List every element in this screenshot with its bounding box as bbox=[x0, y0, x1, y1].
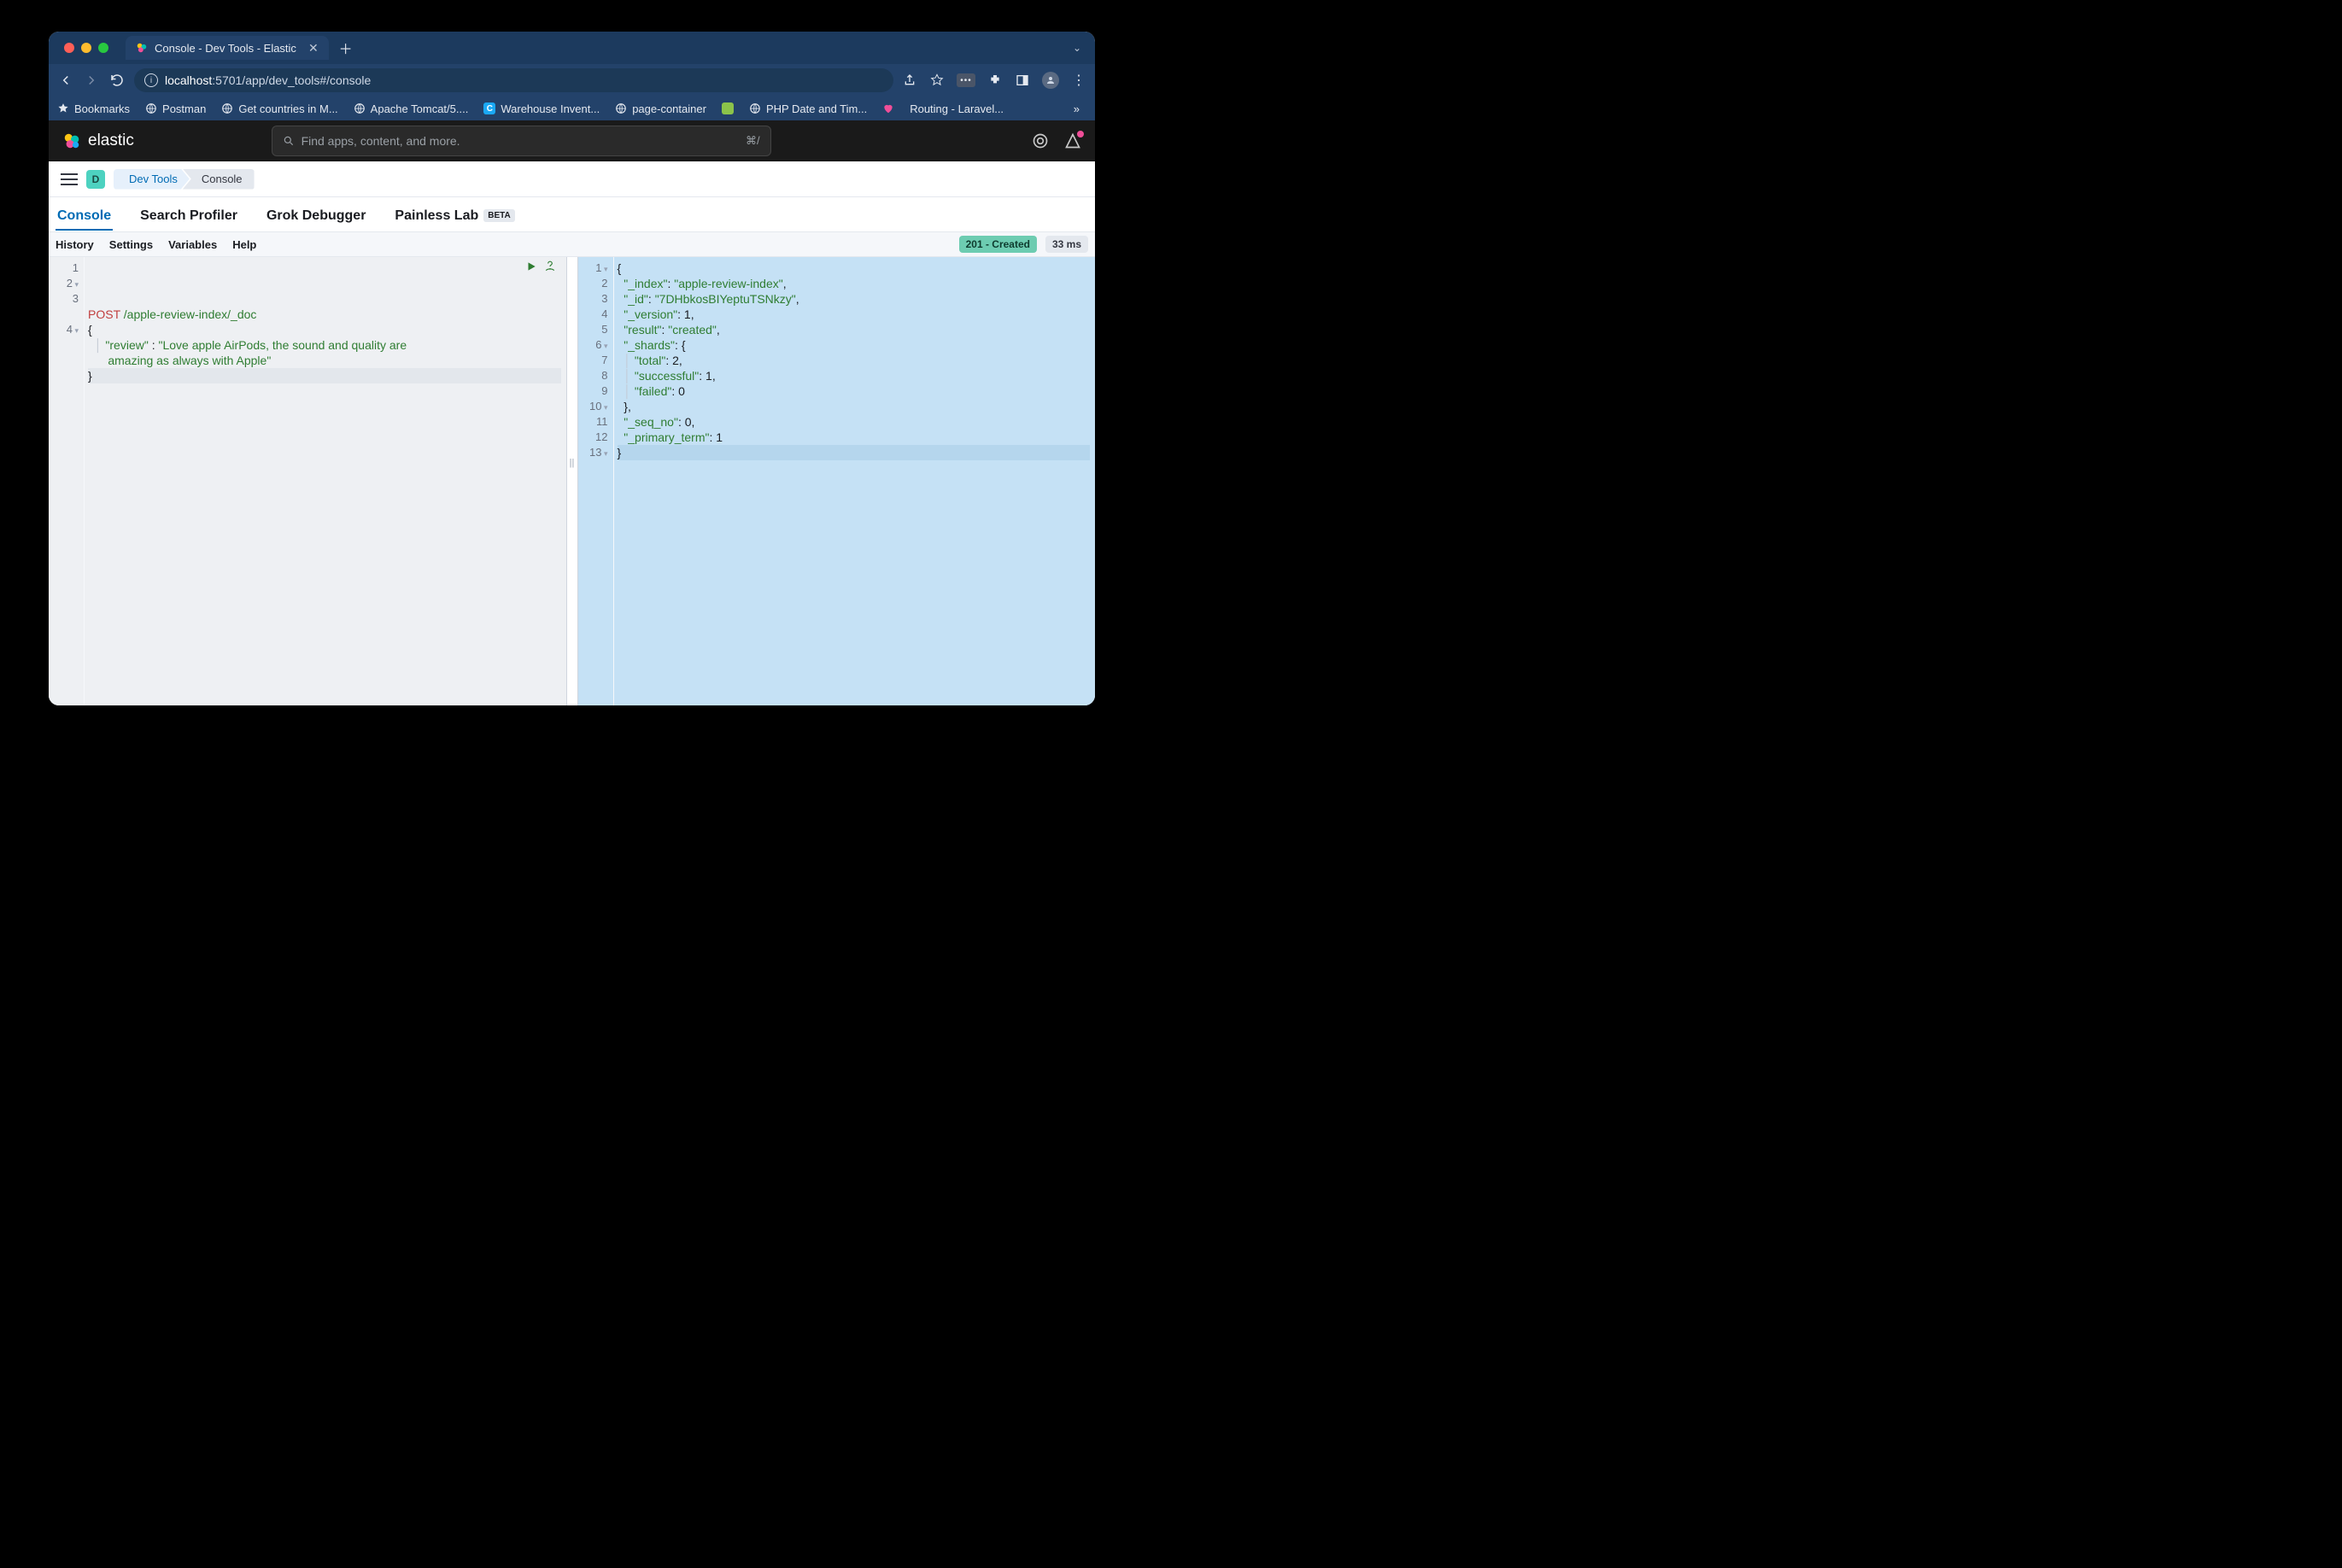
titlebar: Console - Dev Tools - Elastic ✕ ＋ ⌄ bbox=[49, 32, 1095, 64]
devtools-tab[interactable]: Painless LabBETA bbox=[393, 208, 516, 231]
browser-window: Console - Dev Tools - Elastic ✕ ＋ ⌄ i lo… bbox=[49, 32, 1095, 705]
bookmark-item[interactable] bbox=[722, 102, 734, 114]
console-toolbar: History Settings Variables Help 201 - Creat… bbox=[49, 231, 1095, 257]
request-options-icon[interactable] bbox=[544, 260, 556, 272]
search-icon bbox=[283, 135, 295, 147]
search-shortcut: ⌘/ bbox=[746, 134, 760, 148]
share-icon[interactable] bbox=[902, 73, 917, 88]
bookmark-item[interactable]: PHP Date and Tim... bbox=[749, 102, 867, 115]
console-menu-item[interactable]: History bbox=[56, 238, 94, 251]
help-icon[interactable] bbox=[1032, 132, 1049, 149]
bookmark-item[interactable]: page-container bbox=[615, 102, 706, 115]
devtools-tab[interactable]: Search Profiler bbox=[138, 208, 239, 231]
bookmark-item[interactable]: Routing - Laravel... bbox=[910, 102, 1004, 115]
nav-toggle-icon[interactable] bbox=[61, 173, 78, 185]
site-info-icon[interactable]: i bbox=[144, 73, 158, 87]
tabs-overflow-icon[interactable]: ⌄ bbox=[1073, 42, 1095, 54]
new-tab-button[interactable]: ＋ bbox=[339, 38, 353, 58]
devtools-tab[interactable]: Console bbox=[56, 208, 113, 231]
newsfeed-icon[interactable] bbox=[1064, 132, 1081, 149]
bookmark-star-icon[interactable] bbox=[929, 73, 945, 88]
elastic-header: elastic Find apps, content, and more. ⌘/ bbox=[49, 120, 1095, 161]
maximize-window-icon[interactable] bbox=[98, 43, 108, 53]
elastic-logo-icon bbox=[62, 132, 81, 150]
toolbar-overflow-icon[interactable]: ••• bbox=[957, 73, 975, 87]
extensions-icon[interactable] bbox=[987, 73, 1003, 88]
bookmarks-overflow-icon[interactable]: » bbox=[1074, 102, 1086, 115]
bookmark-item[interactable]: Get countries in M... bbox=[221, 102, 337, 115]
elastic-favicon bbox=[136, 42, 148, 54]
console-menu-item[interactable]: Settings bbox=[109, 238, 153, 251]
elastic-logo[interactable]: elastic bbox=[62, 132, 134, 150]
breadcrumb-devtools[interactable]: Dev Tools bbox=[114, 169, 190, 190]
profile-avatar[interactable] bbox=[1042, 72, 1059, 89]
browser-menu-icon[interactable]: ⋮ bbox=[1071, 73, 1086, 88]
bookmark-item[interactable]: CWarehouse Invent... bbox=[483, 102, 600, 115]
back-icon[interactable] bbox=[57, 72, 74, 89]
breadcrumb-console: Console bbox=[183, 169, 255, 190]
response-pane[interactable]: 12345678910111213 { "_index": "apple-rev… bbox=[578, 257, 1096, 705]
tab-title: Console - Dev Tools - Elastic bbox=[155, 42, 296, 55]
minimize-window-icon[interactable] bbox=[81, 43, 91, 53]
bookmark-item[interactable] bbox=[882, 102, 894, 114]
url-path: :5701/app/dev_tools#/console bbox=[212, 73, 371, 87]
request-pane[interactable]: 1234 POST /apple-review-index/_doc{ │ "r… bbox=[49, 257, 566, 705]
browser-tab[interactable]: Console - Dev Tools - Elastic ✕ bbox=[126, 36, 329, 60]
global-search[interactable]: Find apps, content, and more. ⌘/ bbox=[272, 126, 771, 156]
console-menu-item[interactable]: Variables bbox=[168, 238, 217, 251]
breadcrumbs: Dev Tools Console bbox=[114, 169, 255, 190]
search-placeholder: Find apps, content, and more. bbox=[302, 134, 460, 148]
space-selector[interactable]: D bbox=[86, 170, 105, 189]
run-request-icon[interactable] bbox=[525, 260, 537, 272]
pane-splitter[interactable]: || bbox=[566, 257, 578, 705]
response-time: 33 ms bbox=[1045, 236, 1088, 253]
bookmark-item[interactable]: Bookmarks bbox=[57, 102, 130, 115]
close-window-icon[interactable] bbox=[64, 43, 74, 53]
url-host: localhost bbox=[165, 73, 212, 87]
bookmarks-bar: Bookmarks Postman Get countries in M... Apa… bbox=[49, 97, 1095, 120]
bookmark-item[interactable]: Postman bbox=[145, 102, 206, 115]
reload-icon[interactable] bbox=[108, 72, 126, 89]
breadcrumb-bar: D Dev Tools Console bbox=[49, 161, 1095, 197]
devtools-tab[interactable]: Grok Debugger bbox=[265, 208, 367, 231]
bookmark-item[interactable]: Apache Tomcat/5.... bbox=[354, 102, 469, 115]
response-status: 201 - Created bbox=[959, 236, 1037, 253]
console-menu-item[interactable]: Help bbox=[232, 238, 256, 251]
notification-badge bbox=[1077, 131, 1084, 137]
url-bar[interactable]: i localhost:5701/app/dev_tools#/console bbox=[134, 68, 893, 92]
elastic-brand-text: elastic bbox=[88, 132, 134, 150]
close-tab-icon[interactable]: ✕ bbox=[308, 41, 319, 56]
window-controls bbox=[49, 43, 108, 53]
sidepanel-icon[interactable] bbox=[1015, 73, 1030, 88]
editor-split: 1234 POST /apple-review-index/_doc{ │ "r… bbox=[49, 257, 1095, 705]
browser-toolbar: i localhost:5701/app/dev_tools#/console … bbox=[49, 64, 1095, 97]
forward-icon[interactable] bbox=[83, 72, 100, 89]
devtools-tabs: Console Search Profiler Grok Debugger Painl… bbox=[49, 197, 1095, 231]
